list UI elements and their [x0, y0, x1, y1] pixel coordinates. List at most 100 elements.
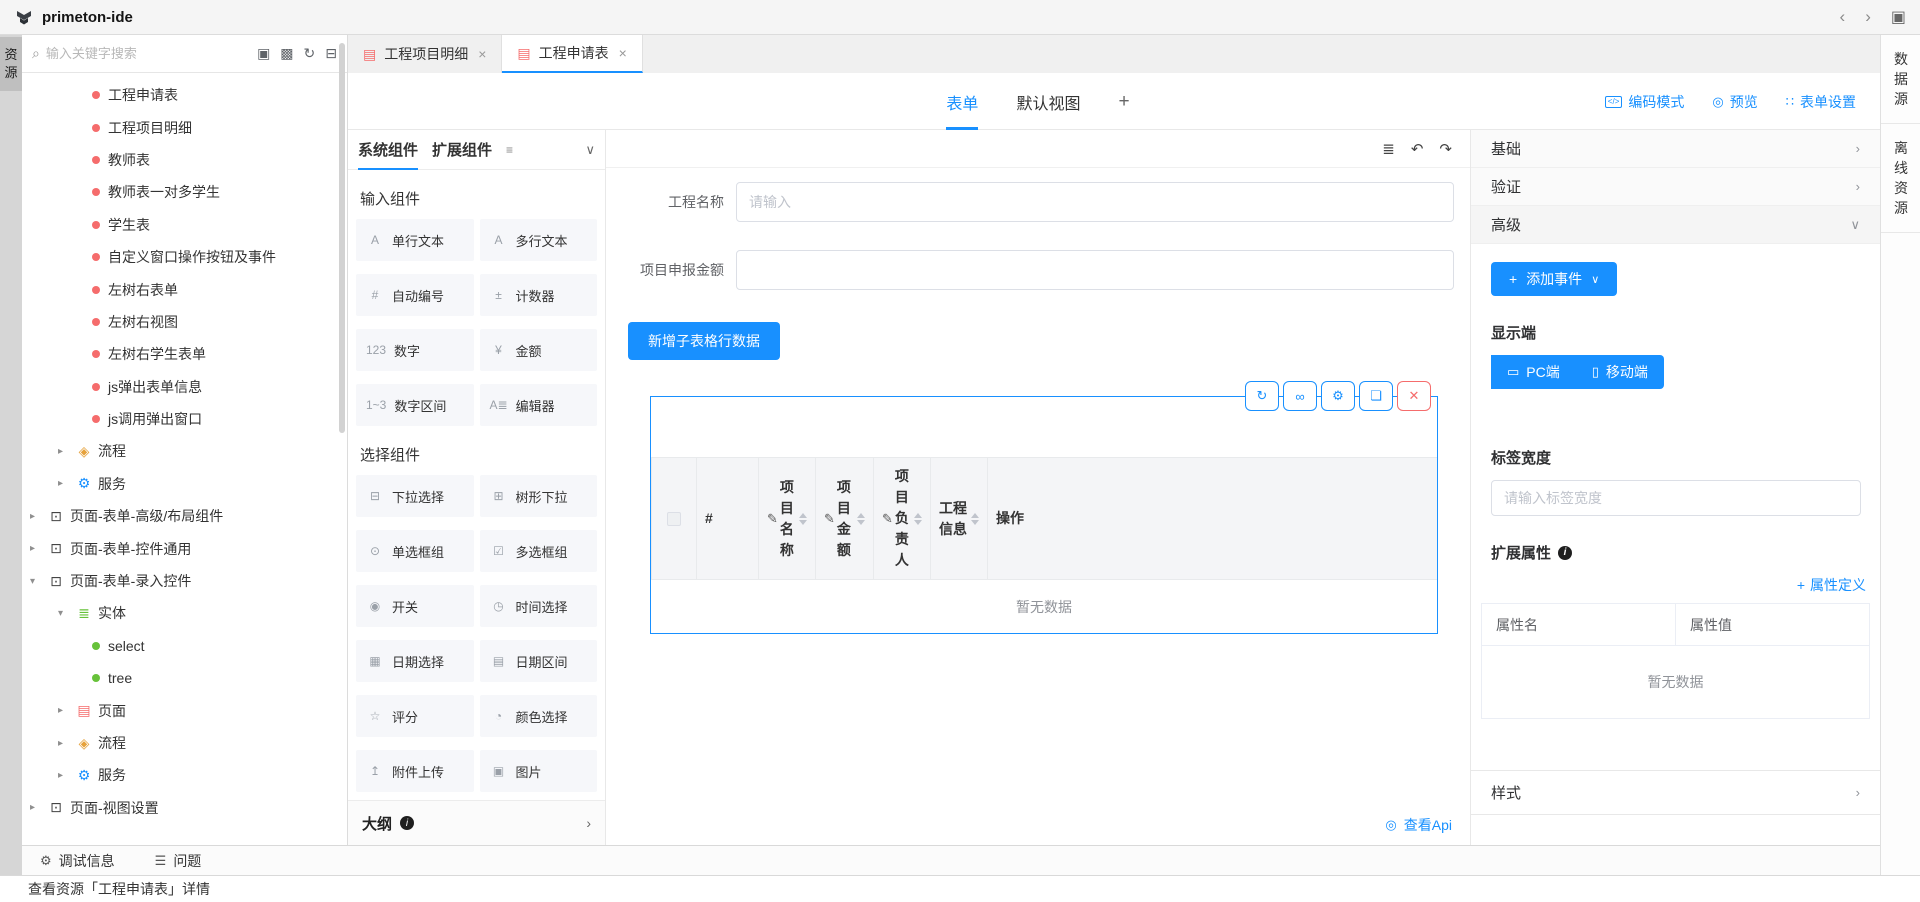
view-tab-form[interactable]: 表单 — [946, 73, 978, 130]
palette-item-switch[interactable]: ◉ 开关 — [356, 585, 474, 627]
palette-item-checkbox-group[interactable]: ☑ 多选框组 — [480, 530, 598, 572]
subtable-widget-selected[interactable]: ↻∞⚙❏✕ ✎ ✎ # — [650, 396, 1438, 634]
tree-item-tree[interactable]: tree — [22, 662, 347, 694]
add-property-link[interactable]: + 属性定义 — [1471, 575, 1866, 595]
twisty-icon[interactable]: ▸ — [58, 705, 74, 716]
twisty-icon[interactable]: ▸ — [58, 770, 74, 781]
section-validation[interactable]: 验证 › — [1471, 168, 1880, 206]
debug-info-tab[interactable]: ⚙ 调试信息 — [40, 851, 115, 871]
tree-item-project-apply-form[interactable]: 工程申请表 — [22, 79, 347, 111]
checkbox[interactable] — [667, 512, 681, 526]
save-icon[interactable]: ▣ — [1891, 7, 1906, 27]
twisty-icon[interactable]: ▸ — [58, 478, 74, 489]
search-input[interactable] — [46, 46, 251, 61]
settings-gear-icon[interactable]: ⚙ — [1321, 381, 1355, 411]
file-tab-project-item-detail[interactable]: ▤ 工程项目明细 × — [348, 35, 502, 73]
palette-item-color-picker[interactable]: ◔ 颜色选择 — [480, 695, 598, 737]
tree-group-service[interactable]: ▸ ⚙ 服务 — [22, 468, 347, 500]
sort-icon[interactable] — [971, 513, 979, 525]
tree-group-page[interactable]: ▸ ▤ 页面 — [22, 694, 347, 726]
palette-item-single-line-text[interactable]: A 单行文本 — [356, 219, 474, 261]
tree-scrollbar[interactable] — [339, 43, 345, 433]
close-icon[interactable]: × — [619, 45, 627, 61]
palette-item-number[interactable]: 123 数字 — [356, 329, 474, 371]
column-project-amount[interactable]: ✎ 项目金额 — [815, 458, 873, 579]
palette-item-auto-number[interactable]: # 自动编号 — [356, 274, 474, 316]
palette-item-money[interactable]: ¥ 金额 — [480, 329, 598, 371]
column-checkbox[interactable]: ✎ — [651, 458, 696, 579]
undo-icon[interactable]: ↶ — [1411, 140, 1424, 158]
view-api-link[interactable]: ◎ 查看Api — [1385, 815, 1452, 835]
palette-item-time-picker[interactable]: ◷ 时间选择 — [480, 585, 598, 627]
link-icon[interactable]: ∞ — [1283, 381, 1317, 411]
form-field-row[interactable]: 项目申报金额 — [628, 250, 1454, 290]
tree-group-service-2[interactable]: ▸ ⚙ 服务 — [22, 759, 347, 791]
palette-tab-extended[interactable]: 扩展组件 — [432, 130, 492, 170]
close-icon[interactable]: × — [478, 46, 486, 62]
nav-back-icon[interactable]: ‹ — [1840, 7, 1846, 27]
mobile-side-button[interactable]: ▯ 移动端 — [1576, 355, 1664, 389]
tree-group-entity[interactable]: ▾ ≣ 实体 — [22, 597, 347, 629]
column-index[interactable]: ✎ # — [696, 458, 758, 579]
label-width-input[interactable] — [1491, 480, 1861, 516]
sort-icon[interactable] — [857, 513, 865, 525]
strip-tab-resources[interactable]: 资源 — [0, 37, 22, 91]
palette-item-counter[interactable]: ± 计数器 — [480, 274, 598, 316]
refresh-icon[interactable]: ↻ — [304, 45, 316, 62]
preview-button[interactable]: ◎ 预览 — [1712, 92, 1757, 112]
add-subtable-row-button[interactable]: 新增子表格行数据 — [628, 322, 780, 360]
view-tab-default-view[interactable]: 默认视图 — [1016, 73, 1080, 130]
palette-item-image[interactable]: ▣ 图片 — [480, 750, 598, 792]
tree-item-student-table[interactable]: 学生表 — [22, 209, 347, 241]
pc-side-button[interactable]: ▭ PC端 — [1491, 355, 1576, 389]
style-section-row[interactable]: 样式 › — [1471, 770, 1880, 815]
twisty-icon[interactable]: ▸ — [58, 446, 74, 457]
section-advanced[interactable]: 高级 ∨ — [1471, 206, 1880, 244]
palette-item-multi-line-text[interactable]: A 多行文本 — [480, 219, 598, 261]
tree-group-page-form-advanced[interactable]: ▸ ⊡ 页面-表单-高级/布局组件 — [22, 500, 347, 532]
add-event-button[interactable]: + 添加事件 ∨ — [1491, 262, 1617, 296]
tree-group-page-form-input[interactable]: ▾ ⊡ 页面-表单-录入控件 — [22, 565, 347, 597]
column-actions[interactable]: ✎ 操作 — [987, 458, 1437, 579]
palette-item-editor[interactable]: A≣ 编辑器 — [480, 384, 598, 426]
copy-icon[interactable]: ❏ — [1359, 381, 1393, 411]
palette-collapse-icon[interactable]: ∨ — [585, 142, 595, 158]
outline-bar[interactable]: 大纲 i › — [348, 800, 605, 845]
project-name-input[interactable] — [736, 182, 1454, 222]
palette-item-rate[interactable]: ☆ 评分 — [356, 695, 474, 737]
tree-item-left-tree-right-form[interactable]: 左树右表单 — [22, 273, 347, 305]
tree-item-custom-window-events[interactable]: 自定义窗口操作按钮及事件 — [22, 241, 347, 273]
palette-item-date-picker[interactable]: ▦ 日期选择 — [356, 640, 474, 682]
palette-menu-icon[interactable]: ≡ — [506, 143, 513, 157]
section-basic[interactable]: 基础 › — [1471, 130, 1880, 168]
tree-group-page-form-common[interactable]: ▸ ⊡ 页面-表单-控件通用 — [22, 532, 347, 564]
outline-icon[interactable]: ≣ — [1382, 140, 1395, 158]
tree-group-process[interactable]: ▸ ◈ 流程 — [22, 435, 347, 467]
collapse-all-icon[interactable]: ⊟ — [325, 45, 337, 62]
tree-item-project-item-detail[interactable]: 工程项目明细 — [22, 111, 347, 143]
tree-item-left-tree-right-view[interactable]: 左树右视图 — [22, 306, 347, 338]
strip-tab-datasource[interactable]: 数据源 — [1881, 35, 1920, 124]
palette-item-number-range[interactable]: 1~3 数字区间 — [356, 384, 474, 426]
palette-item-file-upload[interactable]: ↥ 附件上传 — [356, 750, 474, 792]
column-project-info[interactable]: ✎ 工程信息 — [930, 458, 987, 579]
refresh-icon[interactable]: ↻ — [1245, 381, 1279, 411]
palette-tab-system[interactable]: 系统组件 — [358, 130, 418, 170]
strip-tab-offline-resources[interactable]: 离线资源 — [1881, 124, 1920, 233]
tree-item-teacher-table[interactable]: 教师表 — [22, 144, 347, 176]
palette-item-dropdown-select[interactable]: ⊟ 下拉选择 — [356, 475, 474, 517]
file-tab-project-apply-form[interactable]: ▤ 工程申请表 × — [502, 35, 642, 73]
tree-item-select[interactable]: select — [22, 630, 347, 662]
twisty-icon[interactable]: ▾ — [30, 576, 46, 587]
new-folder-icon[interactable]: ▩ — [280, 45, 293, 62]
column-project-name[interactable]: ✎ 项目名称 — [758, 458, 815, 579]
form-field-row[interactable]: 工程名称 — [628, 182, 1454, 222]
tree-item-teacher-one-to-many[interactable]: 教师表一对多学生 — [22, 176, 347, 208]
column-project-owner[interactable]: ✎ 项目负责人 — [873, 458, 930, 579]
palette-item-tree-dropdown[interactable]: ⊞ 树形下拉 — [480, 475, 598, 517]
sort-icon[interactable] — [914, 513, 922, 525]
twisty-icon[interactable]: ▸ — [58, 738, 74, 749]
sort-icon[interactable] — [799, 513, 807, 525]
tree-item-js-popup-form-info[interactable]: js弹出表单信息 — [22, 371, 347, 403]
redo-icon[interactable]: ↷ — [1439, 140, 1452, 158]
